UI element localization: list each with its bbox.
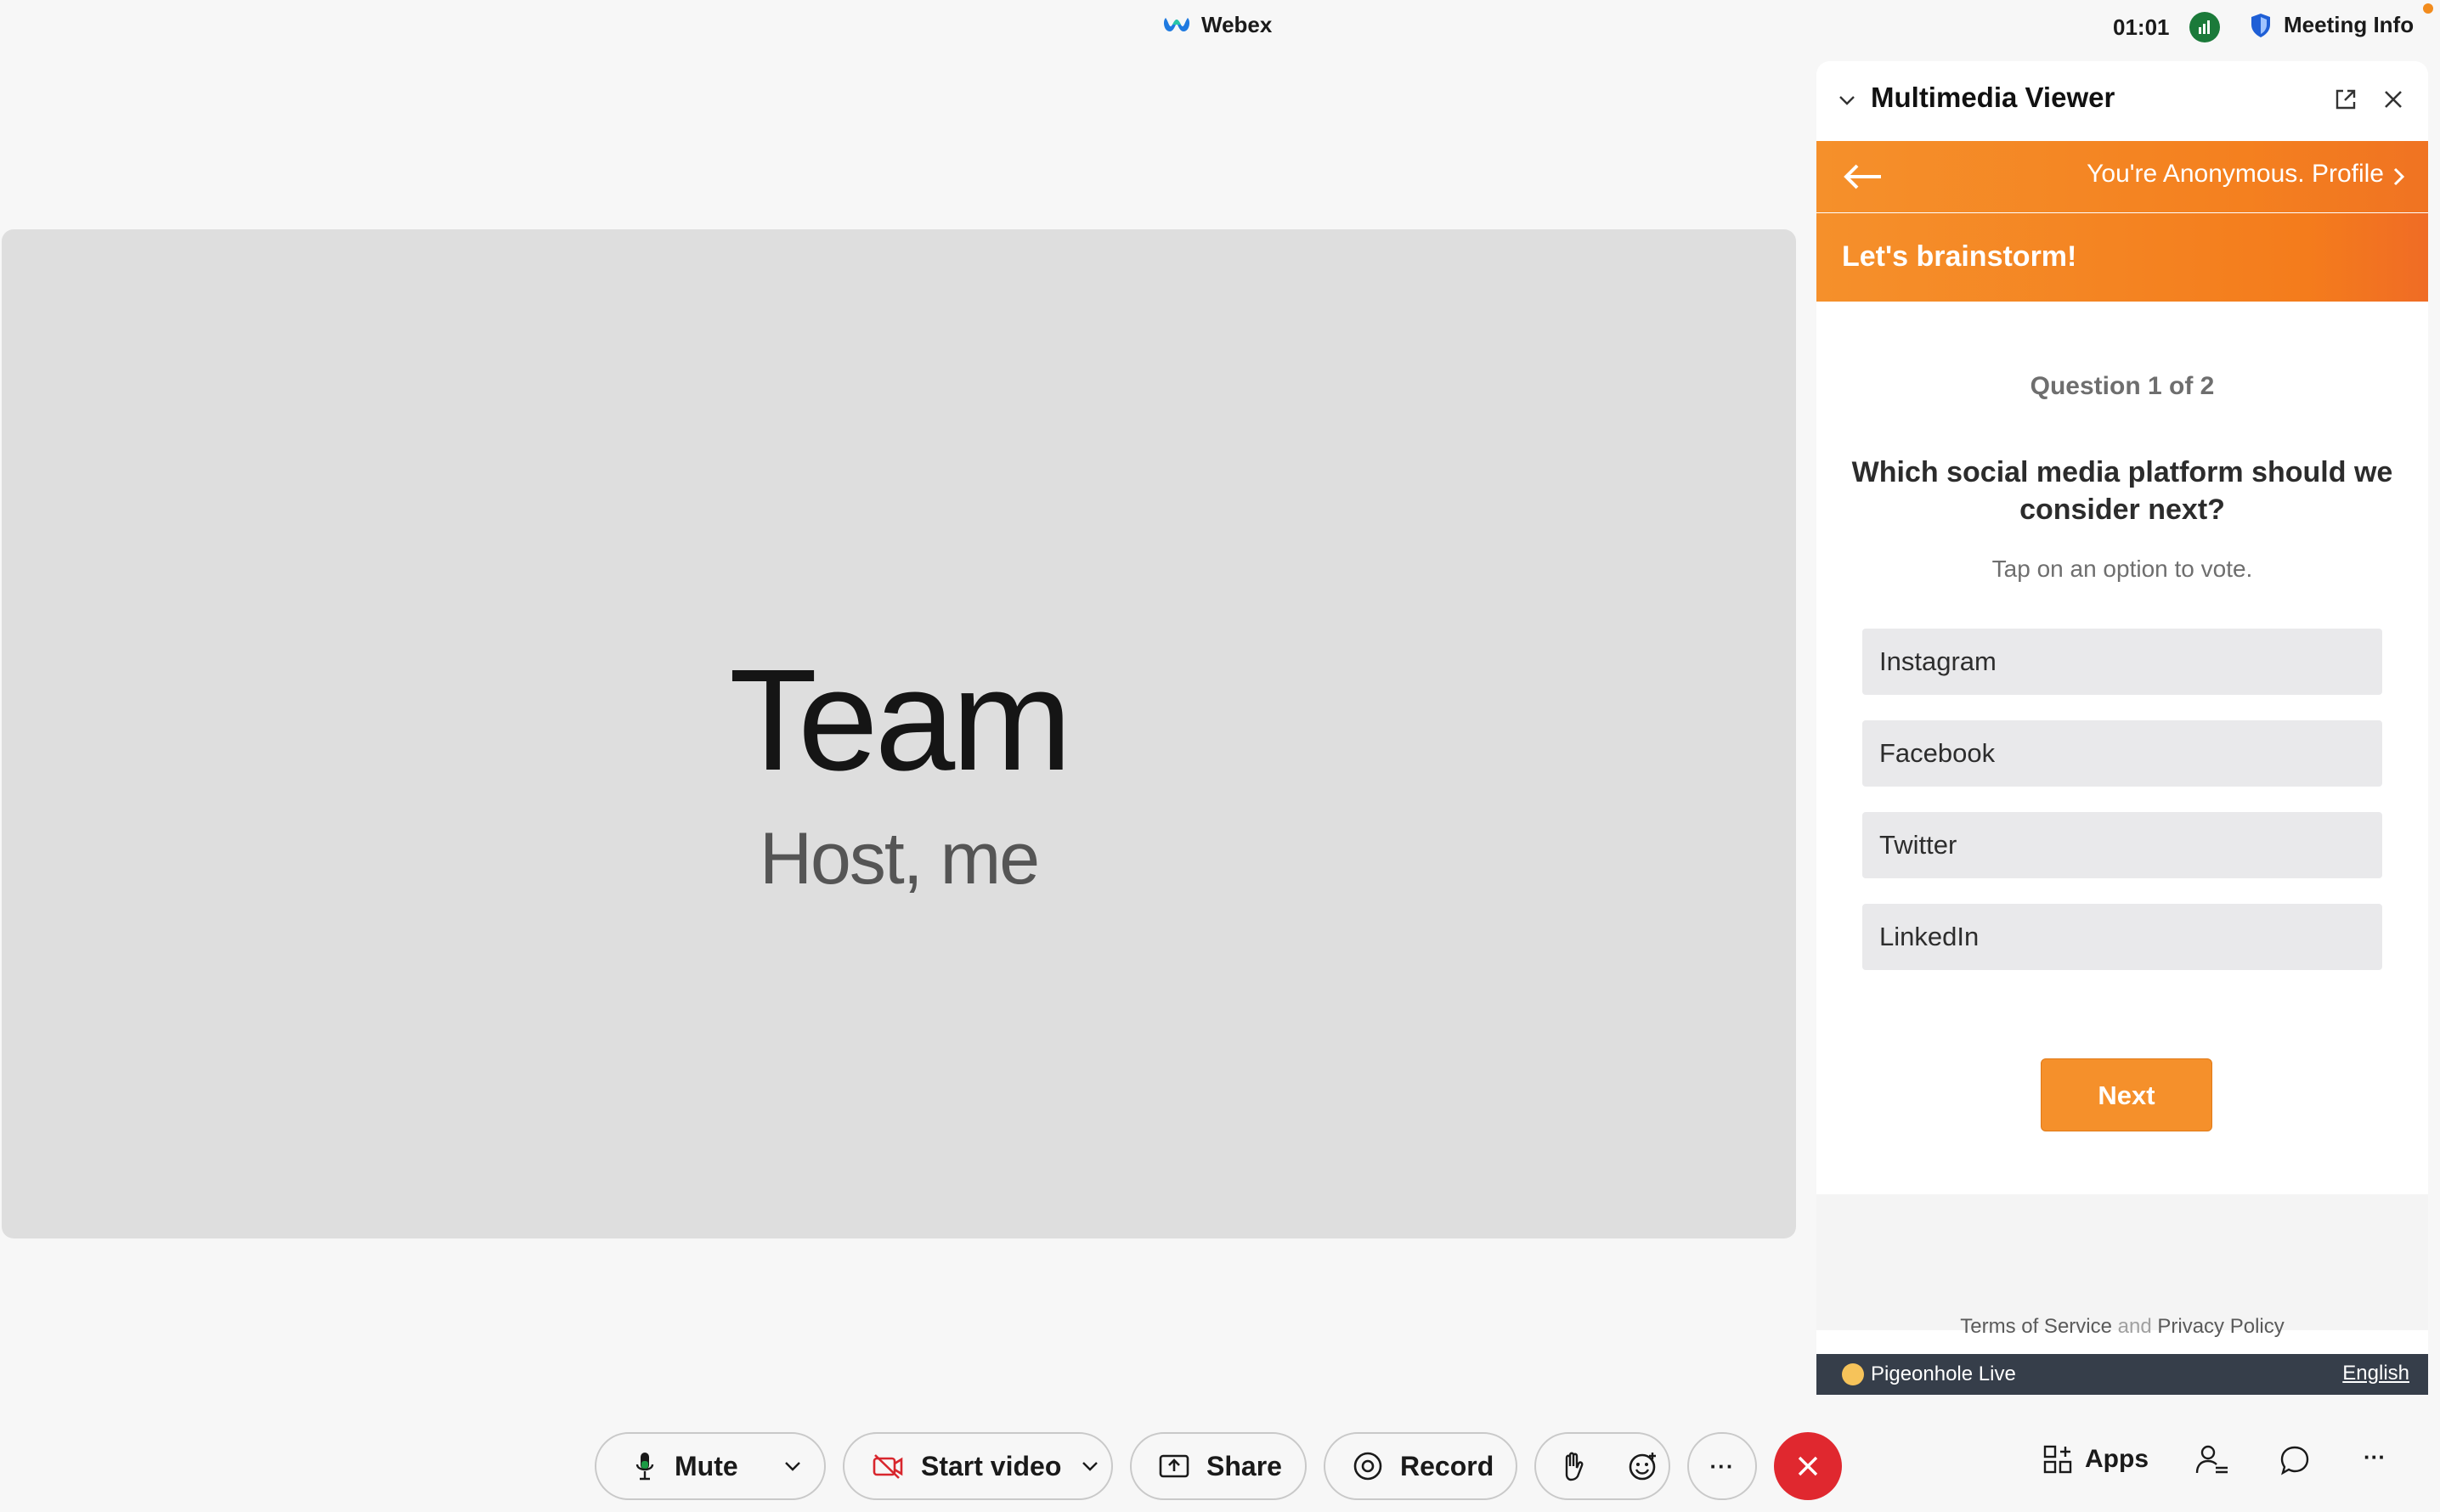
share-icon [1159, 1454, 1189, 1478]
question-counter: Question 1 of 2 [2030, 372, 2215, 400]
microphone-icon [635, 1453, 654, 1481]
poll-option-linkedin[interactable]: LinkedIn [1862, 904, 2382, 970]
vote-hint: Tap on an option to vote. [1991, 556, 2253, 582]
apps-label: Apps [2085, 1445, 2149, 1473]
notification-dot [2423, 3, 2433, 14]
back-arrow-icon[interactable] [1842, 161, 1884, 192]
poll-option-instagram[interactable]: Instagram [1862, 629, 2382, 695]
apps-grid-icon [2043, 1445, 2072, 1474]
chevron-down-icon[interactable] [1837, 90, 1857, 110]
reactions-group [1534, 1432, 1670, 1500]
webex-logo-icon [1163, 17, 1190, 31]
brand-bar: Pigeonhole Live English [1816, 1354, 2428, 1395]
chat-bubble-icon [2280, 1446, 2309, 1475]
overflow-menu-button[interactable]: ··· [2364, 1444, 2386, 1470]
app-title: Webex [1162, 12, 1272, 38]
record-icon [1353, 1452, 1382, 1481]
panel-footer: Terms of Service and Privacy Policy [1816, 1194, 2428, 1338]
close-icon[interactable] [2381, 87, 2406, 112]
meeting-clock: 01:01 [2113, 14, 2170, 40]
chevron-down-icon[interactable] [1080, 1456, 1100, 1476]
video-off-icon [873, 1454, 903, 1479]
mute-button[interactable]: Mute [595, 1432, 826, 1500]
record-label: Record [1400, 1450, 1494, 1481]
session-title: Let's brainstorm! [1842, 240, 2077, 273]
question-text: Which social media platform should we co… [1851, 456, 2393, 526]
privacy-link[interactable]: Privacy Policy [2157, 1315, 2284, 1338]
terms-link[interactable]: Terms of Service [1960, 1315, 2112, 1338]
record-button[interactable]: Record [1324, 1432, 1517, 1500]
panel-title: Multimedia Viewer [1871, 82, 2115, 113]
share-label: Share [1206, 1450, 1282, 1481]
language-selector[interactable]: English [2342, 1362, 2409, 1385]
top-bar: Webex 01:01 Meeting Info [0, 0, 2440, 56]
profile-link[interactable]: You're Anonymous. Profile [2087, 160, 2384, 189]
brand-name: Pigeonhole Live [1871, 1362, 2016, 1385]
pigeonhole-logo-icon [1842, 1363, 1864, 1385]
share-button[interactable]: Share [1130, 1432, 1307, 1500]
meeting-info-label: Meeting Info [2284, 12, 2415, 37]
participant-name: Team [729, 640, 1072, 801]
navigation-bar: You're Anonymous. Profile [1816, 141, 2428, 212]
raise-hand-icon[interactable] [1560, 1451, 1585, 1481]
overflow-menu-label: ··· [2364, 1444, 2386, 1470]
pop-out-icon[interactable] [2333, 87, 2358, 112]
video-stage: Team Host, me [2, 229, 1796, 1238]
legal-links: Terms of Service and Privacy Policy [1816, 1315, 2428, 1339]
apps-button[interactable]: Apps [2042, 1444, 2149, 1475]
poll-option-twitter[interactable]: Twitter [1862, 812, 2382, 878]
leave-meeting-button[interactable] [1774, 1432, 1842, 1500]
start-video-label: Start video [921, 1450, 1062, 1481]
chat-button[interactable] [2279, 1444, 2311, 1476]
participants-icon [2195, 1445, 2228, 1474]
meeting-info-button[interactable]: Meeting Info [2250, 12, 2414, 38]
session-header: Let's brainstorm! [1816, 213, 2428, 302]
chevron-right-icon [2393, 167, 2405, 186]
connection-signal-icon[interactable] [2189, 12, 2220, 42]
and-text: and [2117, 1315, 2152, 1338]
more-options-button[interactable]: ··· [1687, 1432, 1757, 1500]
multimedia-viewer-panel: Multimedia Viewer You're Anonymous. Prof… [1816, 61, 2428, 1395]
start-video-button[interactable]: Start video [843, 1432, 1113, 1500]
next-button[interactable]: Next [2041, 1058, 2212, 1131]
poll-option-facebook[interactable]: Facebook [1862, 720, 2382, 787]
panel-header: Multimedia Viewer [1816, 61, 2428, 141]
app-title-label: Webex [1201, 12, 1273, 37]
participant-role: Host, me [759, 818, 1040, 900]
emoji-reaction-icon[interactable] [1628, 1451, 1658, 1481]
chevron-down-icon[interactable] [782, 1456, 803, 1476]
mute-label: Mute [675, 1450, 738, 1481]
shield-icon [2251, 13, 2270, 37]
participants-button[interactable] [2195, 1444, 2229, 1476]
close-icon [1798, 1456, 1818, 1476]
more-options-label: ··· [1709, 1453, 1735, 1479]
